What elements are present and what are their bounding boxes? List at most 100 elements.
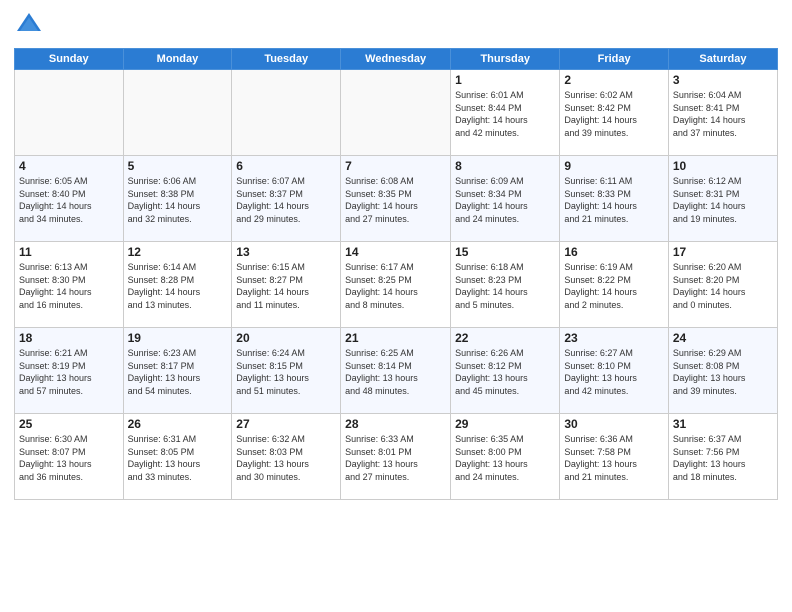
- day-info: Sunrise: 6:08 AM Sunset: 8:35 PM Dayligh…: [345, 175, 446, 225]
- calendar-day-cell: 9 Sunrise: 6:11 AM Sunset: 8:33 PM Daylig…: [560, 156, 669, 242]
- calendar-week-row: 18Sunrise: 6:21 AM Sunset: 8:19 PM Dayli…: [15, 328, 778, 414]
- day-info: Sunrise: 6:15 AM Sunset: 8:27 PM Dayligh…: [236, 261, 336, 311]
- day-number: 10: [673, 159, 773, 173]
- calendar-week-row: 11 Sunrise: 6:13 AM Sunset: 8:30 PM Dayli…: [15, 242, 778, 328]
- calendar-day-cell: 17 Sunrise: 6:20 AM Sunset: 8:20 PM Dayli…: [668, 242, 777, 328]
- day-info: Sunrise: 6:25 AM Sunset: 8:14 PM Dayligh…: [345, 347, 446, 397]
- calendar-day-cell: [232, 70, 341, 156]
- day-info: Sunrise: 6:19 AM Sunset: 8:22 PM Dayligh…: [564, 261, 664, 311]
- day-number: 18: [19, 331, 119, 345]
- day-info: Sunrise: 6:35 AM Sunset: 8:00 PM Dayligh…: [455, 433, 555, 483]
- calendar-day-cell: 25 Sunrise: 6:30 AM Sunset: 8:07 PM Dayli…: [15, 414, 124, 500]
- calendar-header-row: SundayMondayTuesdayWednesdayThursdayFrid…: [15, 49, 778, 70]
- calendar-day-cell: 11 Sunrise: 6:13 AM Sunset: 8:30 PM Dayli…: [15, 242, 124, 328]
- calendar-day-cell: [123, 70, 232, 156]
- calendar-day-cell: 12Sunrise: 6:14 AM Sunset: 8:28 PM Dayli…: [123, 242, 232, 328]
- day-number: 13: [236, 245, 336, 259]
- calendar-day-cell: 2 Sunrise: 6:02 AM Sunset: 8:42 PM Daylig…: [560, 70, 669, 156]
- day-info: Sunrise: 6:07 AM Sunset: 8:37 PM Dayligh…: [236, 175, 336, 225]
- day-info: Sunrise: 6:37 AM Sunset: 7:56 PM Dayligh…: [673, 433, 773, 483]
- day-number: 19: [128, 331, 228, 345]
- day-number: 5: [128, 159, 228, 173]
- day-number: 1: [455, 73, 555, 87]
- day-number: 16: [564, 245, 664, 259]
- day-info: Sunrise: 6:11 AM Sunset: 8:33 PM Dayligh…: [564, 175, 664, 225]
- day-number: 4: [19, 159, 119, 173]
- weekday-header: Sunday: [15, 49, 124, 70]
- calendar-day-cell: 1 Sunrise: 6:01 AM Sunset: 8:44 PM Daylig…: [451, 70, 560, 156]
- calendar-day-cell: 29 Sunrise: 6:35 AM Sunset: 8:00 PM Dayli…: [451, 414, 560, 500]
- day-info: Sunrise: 6:06 AM Sunset: 8:38 PM Dayligh…: [128, 175, 228, 225]
- day-info: Sunrise: 6:26 AM Sunset: 8:12 PM Dayligh…: [455, 347, 555, 397]
- day-info: Sunrise: 6:31 AM Sunset: 8:05 PM Dayligh…: [128, 433, 228, 483]
- day-info: Sunrise: 6:29 AM Sunset: 8:08 PM Dayligh…: [673, 347, 773, 397]
- day-number: 27: [236, 417, 336, 431]
- calendar-day-cell: 27Sunrise: 6:32 AM Sunset: 8:03 PM Dayli…: [232, 414, 341, 500]
- day-number: 3: [673, 73, 773, 87]
- calendar-day-cell: [341, 70, 451, 156]
- logo-icon: [14, 10, 44, 40]
- day-number: 31: [673, 417, 773, 431]
- calendar-table: SundayMondayTuesdayWednesdayThursdayFrid…: [14, 48, 778, 500]
- day-number: 17: [673, 245, 773, 259]
- calendar-day-cell: 14Sunrise: 6:17 AM Sunset: 8:25 PM Dayli…: [341, 242, 451, 328]
- calendar-day-cell: 10 Sunrise: 6:12 AM Sunset: 8:31 PM Dayli…: [668, 156, 777, 242]
- day-info: Sunrise: 6:13 AM Sunset: 8:30 PM Dayligh…: [19, 261, 119, 311]
- day-number: 25: [19, 417, 119, 431]
- day-info: Sunrise: 6:01 AM Sunset: 8:44 PM Dayligh…: [455, 89, 555, 139]
- day-number: 28: [345, 417, 446, 431]
- day-info: Sunrise: 6:27 AM Sunset: 8:10 PM Dayligh…: [564, 347, 664, 397]
- calendar-day-cell: 3 Sunrise: 6:04 AM Sunset: 8:41 PM Daylig…: [668, 70, 777, 156]
- day-number: 23: [564, 331, 664, 345]
- day-info: Sunrise: 6:05 AM Sunset: 8:40 PM Dayligh…: [19, 175, 119, 225]
- calendar-day-cell: 31 Sunrise: 6:37 AM Sunset: 7:56 PM Dayli…: [668, 414, 777, 500]
- calendar-day-cell: 20Sunrise: 6:24 AM Sunset: 8:15 PM Dayli…: [232, 328, 341, 414]
- calendar-week-row: 1 Sunrise: 6:01 AM Sunset: 8:44 PM Daylig…: [15, 70, 778, 156]
- day-number: 11: [19, 245, 119, 259]
- page-header: [14, 10, 778, 40]
- day-number: 7: [345, 159, 446, 173]
- day-number: 29: [455, 417, 555, 431]
- calendar-day-cell: 23 Sunrise: 6:27 AM Sunset: 8:10 PM Dayli…: [560, 328, 669, 414]
- calendar-day-cell: 22 Sunrise: 6:26 AM Sunset: 8:12 PM Dayli…: [451, 328, 560, 414]
- calendar-day-cell: 19 Sunrise: 6:23 AM Sunset: 8:17 PM Dayli…: [123, 328, 232, 414]
- calendar-day-cell: 6 Sunrise: 6:07 AM Sunset: 8:37 PM Daylig…: [232, 156, 341, 242]
- day-info: Sunrise: 6:36 AM Sunset: 7:58 PM Dayligh…: [564, 433, 664, 483]
- calendar-day-cell: 15Sunrise: 6:18 AM Sunset: 8:23 PM Dayli…: [451, 242, 560, 328]
- calendar-week-row: 25 Sunrise: 6:30 AM Sunset: 8:07 PM Dayli…: [15, 414, 778, 500]
- day-info: Sunrise: 6:23 AM Sunset: 8:17 PM Dayligh…: [128, 347, 228, 397]
- day-info: Sunrise: 6:04 AM Sunset: 8:41 PM Dayligh…: [673, 89, 773, 139]
- calendar-day-cell: 28 Sunrise: 6:33 AM Sunset: 8:01 PM Dayli…: [341, 414, 451, 500]
- calendar-day-cell: 7 Sunrise: 6:08 AM Sunset: 8:35 PM Daylig…: [341, 156, 451, 242]
- logo: [14, 10, 50, 40]
- calendar-week-row: 4 Sunrise: 6:05 AM Sunset: 8:40 PM Daylig…: [15, 156, 778, 242]
- weekday-header: Friday: [560, 49, 669, 70]
- weekday-header: Monday: [123, 49, 232, 70]
- calendar-day-cell: 18Sunrise: 6:21 AM Sunset: 8:19 PM Dayli…: [15, 328, 124, 414]
- calendar-day-cell: 26 Sunrise: 6:31 AM Sunset: 8:05 PM Dayli…: [123, 414, 232, 500]
- calendar-day-cell: 30 Sunrise: 6:36 AM Sunset: 7:58 PM Dayli…: [560, 414, 669, 500]
- day-info: Sunrise: 6:09 AM Sunset: 8:34 PM Dayligh…: [455, 175, 555, 225]
- day-info: Sunrise: 6:02 AM Sunset: 8:42 PM Dayligh…: [564, 89, 664, 139]
- weekday-header: Thursday: [451, 49, 560, 70]
- day-info: Sunrise: 6:14 AM Sunset: 8:28 PM Dayligh…: [128, 261, 228, 311]
- day-number: 9: [564, 159, 664, 173]
- calendar-day-cell: 21Sunrise: 6:25 AM Sunset: 8:14 PM Dayli…: [341, 328, 451, 414]
- weekday-header: Wednesday: [341, 49, 451, 70]
- day-number: 6: [236, 159, 336, 173]
- calendar-day-cell: [15, 70, 124, 156]
- calendar-day-cell: 16 Sunrise: 6:19 AM Sunset: 8:22 PM Dayli…: [560, 242, 669, 328]
- day-info: Sunrise: 6:33 AM Sunset: 8:01 PM Dayligh…: [345, 433, 446, 483]
- day-info: Sunrise: 6:12 AM Sunset: 8:31 PM Dayligh…: [673, 175, 773, 225]
- day-number: 26: [128, 417, 228, 431]
- day-info: Sunrise: 6:20 AM Sunset: 8:20 PM Dayligh…: [673, 261, 773, 311]
- day-info: Sunrise: 6:18 AM Sunset: 8:23 PM Dayligh…: [455, 261, 555, 311]
- calendar-day-cell: 13 Sunrise: 6:15 AM Sunset: 8:27 PM Dayli…: [232, 242, 341, 328]
- day-info: Sunrise: 6:30 AM Sunset: 8:07 PM Dayligh…: [19, 433, 119, 483]
- day-info: Sunrise: 6:17 AM Sunset: 8:25 PM Dayligh…: [345, 261, 446, 311]
- day-number: 30: [564, 417, 664, 431]
- weekday-header: Saturday: [668, 49, 777, 70]
- day-number: 22: [455, 331, 555, 345]
- day-number: 2: [564, 73, 664, 87]
- day-number: 24: [673, 331, 773, 345]
